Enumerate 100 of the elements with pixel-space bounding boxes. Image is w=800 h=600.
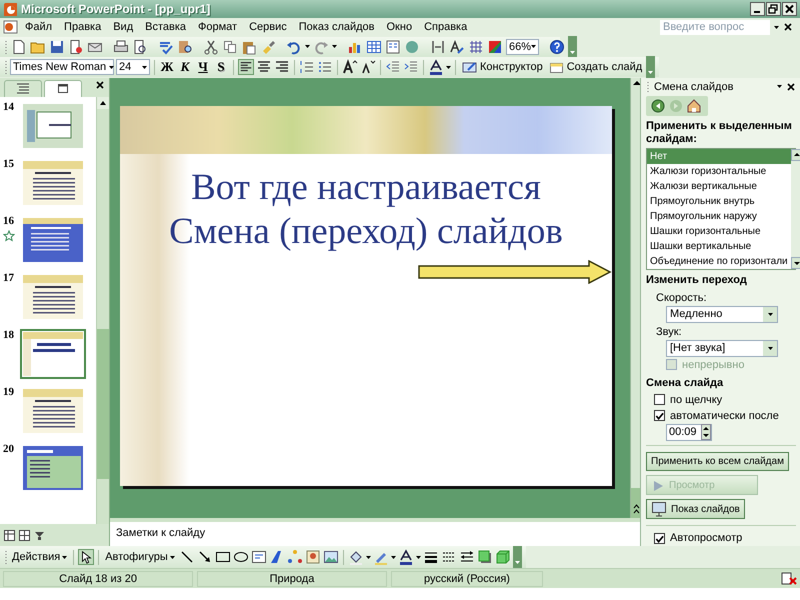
scroll-down-icon[interactable]: [790, 256, 800, 269]
bulleted-list-icon[interactable]: [317, 59, 333, 75]
help-icon[interactable]: [549, 38, 566, 54]
fill-bucket-icon[interactable]: [348, 549, 364, 565]
copy-icon[interactable]: [222, 38, 238, 54]
menu-item[interactable]: Справка: [418, 21, 474, 33]
menu-item[interactable]: Вставка: [139, 21, 192, 33]
grow-font-icon[interactable]: [342, 59, 358, 75]
caret-icon[interactable]: [305, 45, 310, 48]
menu-item[interactable]: Формат: [192, 21, 244, 33]
new-document-icon[interactable]: [11, 38, 27, 54]
transition-item[interactable]: Шашки вертикальные: [647, 238, 791, 254]
help-search-field[interactable]: Введите вопрос: [660, 20, 770, 34]
color-icon[interactable]: [487, 38, 503, 54]
numbered-list-icon[interactable]: [299, 59, 315, 75]
scroll-up-icon[interactable]: [97, 97, 109, 109]
clip-art-icon[interactable]: [304, 549, 321, 565]
toolbar-options-icon[interactable]: [512, 546, 522, 568]
diagram-icon[interactable]: [286, 549, 303, 565]
scroll-up-icon[interactable]: [790, 148, 800, 161]
transition-item[interactable]: Жалюзи вертикальные: [647, 178, 791, 194]
caret-icon[interactable]: [416, 556, 421, 558]
grid-icon[interactable]: [468, 38, 484, 54]
scissors-icon[interactable]: [203, 38, 219, 54]
shadow-icon[interactable]: [476, 549, 493, 565]
text-box-icon[interactable]: [250, 549, 267, 565]
slide-thumbnail[interactable]: [23, 275, 83, 319]
research-icon[interactable]: [177, 38, 193, 54]
slide-thumbnail[interactable]: [23, 446, 83, 490]
line-icon[interactable]: [178, 549, 195, 565]
printer-icon[interactable]: [113, 38, 129, 54]
slides-tab[interactable]: [44, 80, 82, 97]
oval-icon[interactable]: [232, 549, 249, 565]
shadow-button[interactable]: S: [213, 59, 229, 75]
font-color-icon[interactable]: [428, 59, 444, 75]
small-close-icon[interactable]: [783, 22, 793, 32]
slide-thumbnail[interactable]: [23, 218, 83, 262]
caret-icon[interactable]: [366, 556, 371, 558]
minimize-icon[interactable]: [750, 2, 765, 16]
scroll-thumb[interactable]: [97, 329, 109, 479]
slide-thumbnail[interactable]: [23, 389, 83, 433]
transition-item[interactable]: Шашки горизонтальные: [647, 224, 791, 239]
caret-icon[interactable]: [777, 85, 782, 88]
transition-item[interactable]: Прямоугольник внутрь: [647, 194, 791, 209]
save-icon[interactable]: [49, 38, 65, 54]
permission-icon[interactable]: [68, 38, 84, 54]
menu-item[interactable]: Файл: [19, 21, 58, 33]
font-size-dropdown[interactable]: 24: [116, 59, 150, 75]
sorter-view-icon[interactable]: [18, 528, 31, 542]
bold-button[interactable]: Ж: [159, 59, 175, 75]
slide-thumbnail[interactable]: [23, 161, 83, 205]
page-scroll-icon[interactable]: [631, 488, 640, 518]
align-right-icon[interactable]: [274, 59, 290, 75]
caret-icon[interactable]: [332, 45, 337, 48]
on-click-checkbox[interactable]: [654, 394, 665, 406]
sound-dropdown[interactable]: [Нет звука]: [666, 340, 778, 357]
picture-icon[interactable]: [322, 549, 339, 565]
caret-icon[interactable]: [774, 26, 779, 28]
design-button[interactable]: Конструктор: [460, 58, 545, 76]
cube-icon[interactable]: [494, 549, 511, 565]
auto-advance-checkbox[interactable]: [654, 410, 665, 422]
caret-icon[interactable]: [446, 66, 451, 68]
menu-item[interactable]: Показ слайдов: [292, 21, 380, 33]
caret-icon[interactable]: [142, 66, 147, 68]
align-center-icon[interactable]: [256, 59, 272, 75]
slideshow-button[interactable]: Показ слайдов: [646, 499, 745, 520]
menu-item[interactable]: Вид: [107, 21, 140, 33]
back-icon[interactable]: [650, 98, 666, 114]
font-dropdown[interactable]: Times New Roman: [10, 59, 114, 75]
transition-item[interactable]: Нет: [647, 148, 791, 164]
underline-button[interactable]: Ч: [195, 59, 211, 75]
rectangle-icon[interactable]: [214, 549, 231, 565]
actions-menu[interactable]: Действия: [10, 551, 70, 563]
print-preview-icon[interactable]: [132, 38, 148, 54]
speed-dropdown[interactable]: Медленно: [666, 306, 778, 323]
toolbar-options-icon[interactable]: [646, 56, 656, 78]
small-close-icon[interactable]: [95, 80, 105, 90]
caret-icon[interactable]: [109, 66, 114, 68]
table-icon[interactable]: [366, 38, 382, 54]
document-icon[interactable]: [3, 19, 19, 35]
zoom-dropdown[interactable]: 66%: [506, 38, 540, 54]
font-color-icon[interactable]: [398, 549, 414, 565]
caret-icon[interactable]: [531, 45, 536, 48]
text-format-icon[interactable]: [449, 38, 465, 54]
small-close-icon[interactable]: [786, 82, 796, 92]
cursor-icon[interactable]: [78, 549, 94, 565]
shrink-font-icon[interactable]: [360, 59, 376, 75]
menu-item[interactable]: Сервис: [243, 21, 293, 33]
close-icon[interactable]: [782, 2, 797, 16]
restore-icon[interactable]: [766, 2, 781, 16]
slide-thumbnail[interactable]: [23, 104, 83, 148]
transition-item[interactable]: Жалюзи горизонтальные: [647, 164, 791, 179]
autoshapes-menu[interactable]: Автофигуры: [103, 551, 177, 563]
notes-field[interactable]: Заметки к слайду: [110, 522, 640, 546]
new-slide-button[interactable]: Создать слайд: [546, 58, 644, 76]
normal-view-icon[interactable]: [3, 528, 16, 542]
slide-thumbnail[interactable]: [23, 332, 83, 376]
transition-item[interactable]: Объединение по горизонтали: [647, 254, 791, 269]
menu-item[interactable]: Окно: [380, 21, 418, 33]
menu-item[interactable]: Правка: [58, 21, 108, 33]
